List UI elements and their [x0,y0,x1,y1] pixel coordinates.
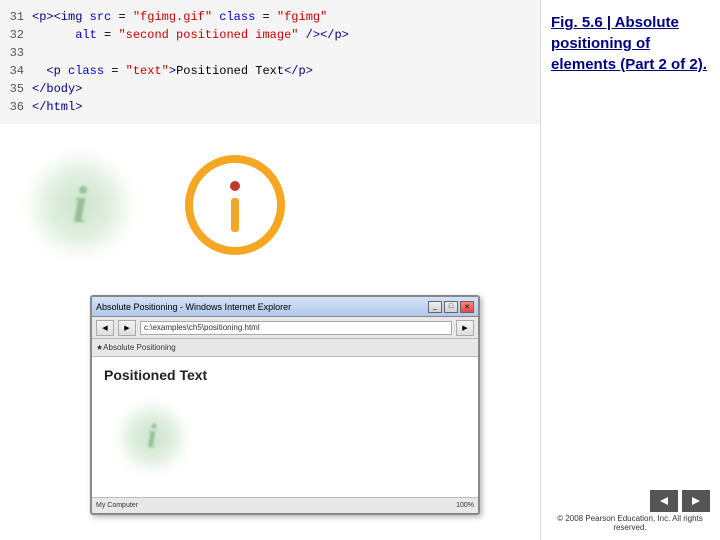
line-num-34: 34 [0,62,32,80]
browser-window-controls: _ □ ✕ [428,301,474,313]
prev-arrow[interactable] [650,490,678,512]
code-text-31: <p><img src = "fgimg.gif" class = "fgimg… [32,8,540,26]
browser-fuzzy-i-letter: i [147,418,156,456]
code-text-32: alt = "second positioned image" /></p> [32,26,540,44]
code-line-33: 33 [0,44,540,62]
forward-button[interactable]: ▶ [118,320,136,336]
browser-toolbar: ◀ ▶ c:\examples\ch5\positioning.html ▶ [92,317,478,339]
next-arrow-icon [690,495,702,507]
prev-arrow-icon [658,495,670,507]
status-right: 100% [456,502,474,509]
right-sidebar: Fig. 5.6 | Absolute positioning of eleme… [540,0,720,540]
orange-i-dot [230,181,240,191]
preview-area: i [20,110,530,300]
line-num-33: 33 [0,44,32,62]
orange-ring [185,155,285,255]
code-line-32: 32 alt = "second positioned image" /></p… [0,26,540,44]
copyright: © 2008 Pearson Education, Inc. All right… [550,514,710,532]
code-text-34: <p class = "text">Positioned Text</p> [32,62,540,80]
orange-icon [180,150,290,260]
code-lines: 31 <p><img src = "fgimg.gif" class = "fg… [0,0,540,124]
code-text-33 [32,44,540,62]
fig-title: Fig. 5.6 | Absolute positioning of eleme… [551,12,710,75]
minimize-button[interactable]: _ [428,301,442,313]
browser-statusbar: My Computer 100% [92,497,478,513]
maximize-button[interactable]: □ [444,301,458,313]
favorites-label: Absolute Positioning [103,343,176,352]
orange-i-bar [231,198,239,232]
browser-favbar: ★ Absolute Positioning [92,339,478,357]
browser-titlebar: Absolute Positioning - Windows Internet … [92,297,478,317]
code-panel: 31 <p><img src = "fgimg.gif" class = "fg… [0,0,540,540]
favorites-icon: ★ [96,343,103,352]
line-num-32: 32 [0,26,32,44]
fuzzy-icon: i [20,145,140,265]
browser-content: Positioned Text i [92,357,478,495]
positioned-text-label: Positioned Text [104,367,466,383]
next-arrow[interactable] [682,490,710,512]
browser-title-text: Absolute Positioning - Windows Internet … [96,302,291,312]
code-line-35: 35 </body> [0,80,540,98]
code-text-35: </body> [32,80,540,98]
browser-fuzzy-icon: i [112,397,192,477]
back-button[interactable]: ◀ [96,320,114,336]
code-line-34: 34 <p class = "text">Positioned Text</p> [0,62,540,80]
close-button[interactable]: ✕ [460,301,474,313]
browser-window: Absolute Positioning - Windows Internet … [90,295,480,515]
browser-addressbar[interactable]: c:\examples\ch5\positioning.html [140,321,452,335]
line-num-31: 31 [0,8,32,26]
go-button[interactable]: ▶ [456,320,474,336]
status-left: My Computer [96,502,138,509]
nav-arrows [650,490,710,512]
line-num-35: 35 [0,80,32,98]
fuzzy-i-letter: i [73,176,87,235]
code-line-31: 31 <p><img src = "fgimg.gif" class = "fg… [0,8,540,26]
